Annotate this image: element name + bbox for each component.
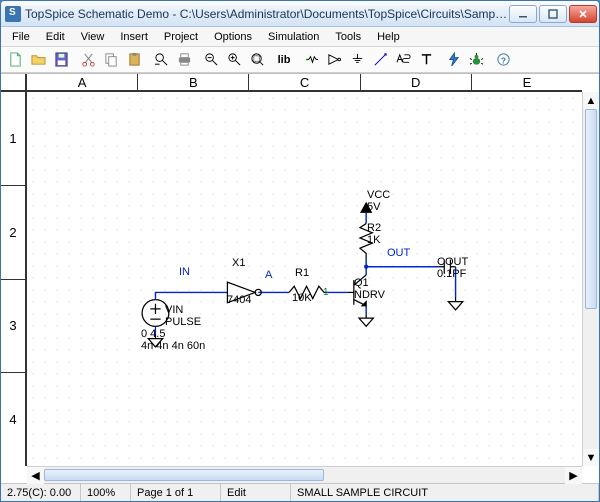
menu-file[interactable]: File: [5, 30, 37, 44]
status-desc: SMALL SAMPLE CIRCUIT: [291, 484, 599, 501]
net-out: OUT: [387, 247, 410, 260]
row-header: 1: [1, 92, 25, 186]
window-controls: [509, 5, 597, 23]
zoom-region-icon[interactable]: [246, 49, 268, 71]
scroll-right-icon[interactable]: ▶: [565, 467, 582, 484]
col-header: C: [249, 74, 360, 90]
row-header: 3: [1, 280, 25, 374]
menu-options[interactable]: Options: [207, 30, 259, 44]
net-a: A: [265, 269, 272, 282]
help-icon[interactable]: ?: [492, 49, 514, 71]
vscroll-thumb[interactable]: [585, 109, 597, 309]
menu-insert[interactable]: Insert: [113, 30, 155, 44]
vin-ref: VIN: [165, 304, 183, 317]
zoom-in-icon[interactable]: [223, 49, 245, 71]
part-icon[interactable]: [300, 49, 322, 71]
status-mode: Edit: [221, 484, 291, 501]
menu-help[interactable]: Help: [370, 30, 407, 44]
ground-icon[interactable]: [346, 49, 368, 71]
app-icon: [5, 6, 21, 22]
schematic-canvas[interactable]: IN X1 7404 A R1 10K 1 Q1 NDRV R2 1K VCC …: [27, 92, 582, 466]
col-header: B: [138, 74, 249, 90]
title-bar: TopSpice Schematic Demo - C:\Users\Admin…: [1, 1, 599, 27]
maximize-button[interactable]: [539, 5, 567, 23]
minimize-button[interactable]: [509, 5, 537, 23]
run-simulation-icon[interactable]: [442, 49, 464, 71]
toolbar: lib ?: [1, 47, 599, 73]
status-bar: 2.75(C): 0.00 100% Page 1 of 1 Edit SMAL…: [1, 483, 599, 501]
gate-icon[interactable]: [323, 49, 345, 71]
vin-type: PULSE: [165, 316, 201, 329]
zoom-out-icon[interactable]: [200, 49, 222, 71]
find-icon[interactable]: [150, 49, 172, 71]
canvas-frame: A B C D E 1 2 3 4: [1, 73, 599, 483]
save-icon[interactable]: [50, 49, 72, 71]
menu-project[interactable]: Project: [157, 30, 205, 44]
r1-val: 10K: [292, 292, 312, 305]
app-window: TopSpice Schematic Demo - C:\Users\Admin…: [0, 0, 600, 502]
x1-ref: X1: [232, 257, 245, 270]
status-zoom: 100%: [81, 484, 131, 501]
pin-1: 1: [323, 287, 329, 299]
row-ruler: 1 2 3 4: [1, 92, 27, 466]
net-in: IN: [179, 266, 190, 279]
x1-model: 7404: [227, 294, 251, 307]
scroll-up-icon[interactable]: ▲: [583, 92, 599, 109]
col-header: D: [361, 74, 472, 90]
hscroll-thumb[interactable]: [44, 469, 324, 481]
col-header: A: [27, 74, 138, 90]
menu-tools[interactable]: Tools: [328, 30, 368, 44]
status-page: Page 1 of 1: [131, 484, 221, 501]
row-header: 4: [1, 373, 25, 466]
menu-bar: File Edit View Insert Project Options Si…: [1, 27, 599, 47]
vertical-scrollbar[interactable]: ▲ ▼: [582, 92, 599, 466]
cout-ref: COUT: [437, 256, 468, 269]
status-coord: 2.75(C): 0.00: [1, 484, 81, 501]
open-icon[interactable]: [27, 49, 49, 71]
vin-p2: 4n 4n 4n 60n: [141, 340, 205, 353]
menu-simulation[interactable]: Simulation: [261, 30, 326, 44]
r2-val: 1K: [367, 234, 380, 247]
wire-icon[interactable]: [369, 49, 391, 71]
scroll-left-icon[interactable]: ◀: [27, 467, 44, 484]
print-icon[interactable]: [173, 49, 195, 71]
close-button[interactable]: [569, 5, 597, 23]
new-icon[interactable]: [4, 49, 26, 71]
library-button[interactable]: lib: [269, 49, 299, 71]
menu-view[interactable]: View: [74, 30, 112, 44]
cut-icon[interactable]: [77, 49, 99, 71]
net-label-icon[interactable]: [392, 49, 414, 71]
vcc-ref: VCC: [367, 189, 390, 202]
ruler-corner: [1, 74, 27, 92]
q1-model: NDRV: [354, 289, 385, 302]
horizontal-scrollbar[interactable]: ◀ ▶: [27, 466, 582, 483]
window-title: TopSpice Schematic Demo - C:\Users\Admin…: [25, 7, 509, 21]
vin-p1: 0 4.5: [141, 328, 165, 341]
vcc-val: 5V: [367, 201, 380, 214]
q1-ref: Q1: [354, 277, 369, 290]
paste-icon[interactable]: [123, 49, 145, 71]
copy-icon[interactable]: [100, 49, 122, 71]
menu-edit[interactable]: Edit: [39, 30, 72, 44]
col-header: E: [472, 74, 582, 90]
scroll-down-icon[interactable]: ▼: [583, 449, 599, 466]
row-header: 2: [1, 186, 25, 280]
svg-text:?: ?: [500, 55, 505, 65]
r1-ref: R1: [295, 267, 309, 280]
debug-icon[interactable]: [465, 49, 487, 71]
text-icon[interactable]: [415, 49, 437, 71]
cout-val: 0.1PF: [437, 268, 466, 281]
column-ruler: A B C D E: [27, 74, 582, 92]
r2-ref: R2: [367, 222, 381, 235]
